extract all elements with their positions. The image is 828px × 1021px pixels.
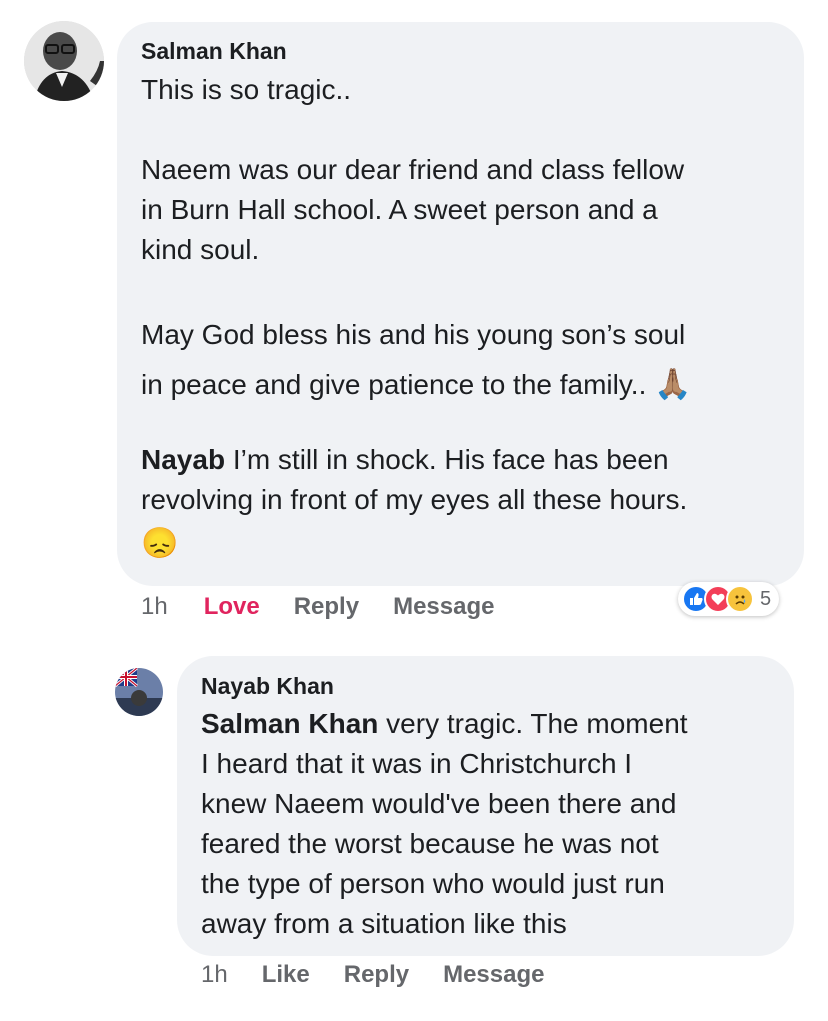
- reaction-count: 5: [760, 587, 772, 610]
- avatar-photo-icon: [115, 668, 163, 716]
- comment-line: in peace and give patience to the family…: [141, 369, 655, 400]
- message-button[interactable]: Message: [393, 593, 494, 621]
- love-button[interactable]: Love: [204, 593, 260, 621]
- avatar-nayab-khan[interactable]: [115, 668, 163, 716]
- comment-line: revolving in front of my eyes all these …: [141, 484, 688, 515]
- reply-button[interactable]: Reply: [344, 961, 409, 989]
- avatar-salman-khan[interactable]: [24, 21, 104, 101]
- avatar-photo-icon: [24, 21, 104, 101]
- praying-hands-icon: 🙏🏽: [654, 368, 692, 401]
- reply-button[interactable]: Reply: [294, 593, 359, 621]
- reply-actions: 1h Like Reply Message: [201, 961, 544, 989]
- comment-paragraph-3: May God bless his and his young son’s so…: [141, 310, 791, 410]
- reply-line: knew Naeem would've been there and: [201, 788, 677, 819]
- reply-line: the type of person who would just run: [201, 868, 665, 899]
- sad-face-icon: 😞: [141, 527, 179, 560]
- reply-line: away from a situation like this: [201, 908, 567, 939]
- reply-paragraph: Salman Khan very tragic. The moment I he…: [201, 704, 781, 944]
- comment-text: This is so tragic.. Naeem was our dear f…: [141, 70, 791, 568]
- comment-paragraph-1: This is so tragic..: [141, 70, 791, 110]
- comment-line: May God bless his and his young son’s so…: [141, 319, 686, 350]
- mention-nayab[interactable]: Nayab: [141, 444, 225, 475]
- comment-paragraph-2: Naeem was our dear friend and class fell…: [141, 150, 791, 270]
- comment-line: This is so tragic..: [141, 74, 352, 105]
- reply-line: very tragic. The moment: [378, 708, 688, 739]
- comment-author-name[interactable]: Salman Khan: [141, 38, 287, 65]
- comment-paragraph-4: Nayab I’m still in shock. His face has b…: [141, 440, 791, 568]
- reply-text: Salman Khan very tragic. The moment I he…: [201, 704, 781, 944]
- sad-icon: [726, 585, 754, 613]
- comment-timestamp[interactable]: 1h: [141, 593, 168, 621]
- message-button[interactable]: Message: [443, 961, 544, 989]
- like-button[interactable]: Like: [262, 961, 310, 989]
- comment-actions: 1h Love Reply Message: [141, 593, 494, 621]
- comment-line: I’m still in shock. His face has been: [225, 444, 669, 475]
- reply-author-name[interactable]: Nayab Khan: [201, 673, 334, 700]
- reply-timestamp[interactable]: 1h: [201, 961, 228, 989]
- reaction-summary[interactable]: 5: [678, 582, 780, 616]
- reply-line: feared the worst because he was not: [201, 828, 659, 859]
- comment-line: in Burn Hall school. A sweet person and …: [141, 194, 658, 225]
- reply-line: I heard that it was in Christchurch I: [201, 748, 633, 779]
- comment-line: Naeem was our dear friend and class fell…: [141, 154, 685, 185]
- comment-line: kind soul.: [141, 234, 260, 265]
- mention-salman-khan[interactable]: Salman Khan: [201, 708, 378, 739]
